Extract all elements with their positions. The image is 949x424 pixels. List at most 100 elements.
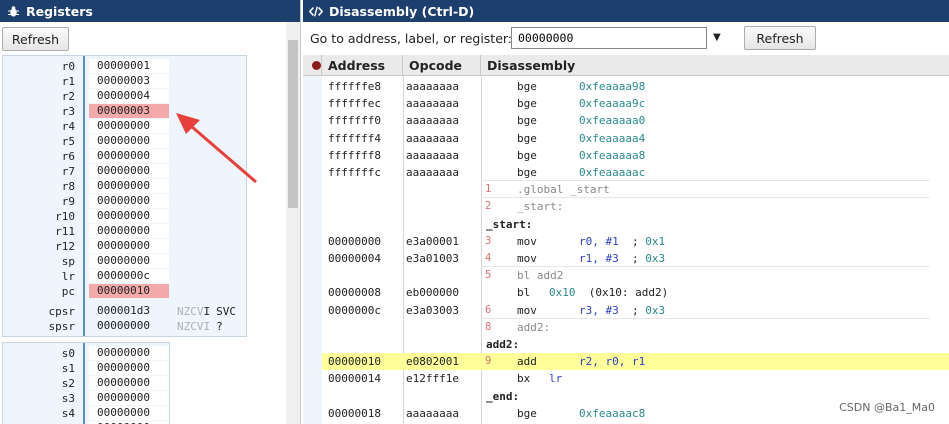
- instruction-row[interactable]: fffffff0 aaaaaaaa bge 0xfeaaaaa0: [322, 112, 949, 129]
- instruction-operand: 0x1: [645, 234, 666, 248]
- instruction-row[interactable]: ffffffe8 aaaaaaaa bge 0xfeaaaa98: [322, 78, 949, 95]
- flags-inactive: NZCV: [177, 305, 204, 318]
- source-line-number: 1: [485, 183, 492, 196]
- status-flags: NZCVI?: [177, 319, 223, 334]
- register-name: s3: [61, 392, 75, 405]
- instruction-operand: (0x10: add2): [575, 286, 669, 300]
- disassembly-panel: Disassembly (Ctrl-D) Go to address, labe…: [303, 0, 949, 424]
- disassembly-header: Address Opcode Disassembly: [303, 55, 949, 76]
- register-value[interactable]: 00000000: [89, 149, 169, 163]
- instruction-address: 00000008: [328, 286, 381, 300]
- register-value[interactable]: 00000000: [89, 224, 169, 238]
- instruction-operand: 0xfeaaaa9c: [579, 97, 646, 111]
- register-value[interactable]: 00000000: [89, 179, 169, 193]
- register-value[interactable]: 00000000: [89, 346, 169, 360]
- instruction-text: bx lr: [517, 370, 562, 387]
- register-row: sp 00000000: [3, 254, 246, 269]
- instruction-address: fffffff0: [328, 114, 381, 128]
- registers-scrollbar[interactable]: [286, 22, 300, 424]
- register-value[interactable]: 00000000: [89, 391, 169, 405]
- label-row[interactable]: add2:: [322, 336, 949, 353]
- source-line-text: _start:: [517, 200, 564, 214]
- instruction-row[interactable]: 0000000c e3a03003 6 mov r3, #3 ; 0x3: [322, 302, 949, 319]
- instruction-address: 00000018: [328, 406, 381, 420]
- instruction-text: add r2, r0, r1: [517, 353, 645, 370]
- status-flags: NZCVI SVC: [177, 304, 236, 319]
- instruction-text: bge 0xfeaaaa9c: [517, 95, 645, 112]
- register-value[interactable]: 00000000: [89, 376, 169, 390]
- instruction-row[interactable]: fffffffc aaaaaaaa bge 0xfeaaaaac: [322, 164, 949, 181]
- instruction-row[interactable]: 00000008 eb000000 bl 0x10 (0x10: add2): [322, 284, 949, 301]
- source-line-row[interactable]: 5 bl add2: [322, 267, 949, 284]
- instruction-text: bge 0xfeaaaaa4: [517, 130, 645, 147]
- register-value[interactable]: 00000003: [89, 74, 169, 88]
- register-value[interactable]: 00000000: [89, 209, 169, 223]
- register-value[interactable]: 00000010: [89, 284, 169, 298]
- register-name: r3: [61, 105, 75, 118]
- register-value[interactable]: 00000000: [89, 164, 169, 178]
- address-column-header[interactable]: Address: [322, 55, 403, 76]
- register-name: r5: [61, 135, 75, 148]
- instruction-operand: 0xfeaaaaa8: [579, 148, 646, 162]
- chevron-down-icon[interactable]: ▼: [713, 32, 721, 43]
- instruction-address: fffffff8: [328, 148, 381, 162]
- breakpoint-column-header: [303, 55, 322, 76]
- code-brackets-icon: [309, 4, 323, 18]
- registers-refresh-button[interactable]: Refresh: [2, 27, 69, 51]
- instruction-row[interactable]: 00000004 e3a01003 4 mov r1, #3 ; 0x3: [322, 250, 949, 267]
- breakpoint-gutter[interactable]: [303, 76, 322, 424]
- vfp-register-row: s0 00000000: [3, 346, 246, 361]
- register-name: s2: [61, 377, 75, 390]
- register-value[interactable]: 00000000: [89, 239, 169, 253]
- register-name: s0: [61, 347, 75, 360]
- register-value[interactable]: 00000001: [89, 59, 169, 73]
- register-value[interactable]: 00000000: [89, 361, 169, 375]
- instruction-operand: ;: [618, 303, 646, 317]
- instruction-text: bge 0xfeaaaaa8: [517, 147, 645, 164]
- instruction-row[interactable]: ffffffec aaaaaaaa bge 0xfeaaaa9c: [322, 95, 949, 112]
- instruction-row[interactable]: fffffff8 aaaaaaaa bge 0xfeaaaaa8: [322, 147, 949, 164]
- register-value[interactable]: 00000000: [89, 254, 169, 268]
- register-value[interactable]: 00000004: [89, 89, 169, 103]
- goto-input[interactable]: [511, 27, 707, 49]
- instruction-opcode: aaaaaaaa: [406, 148, 459, 162]
- flags-inactive: NZCVI: [177, 320, 211, 333]
- instruction-operand: #1: [605, 234, 619, 248]
- register-value[interactable]: 000001d3: [89, 304, 169, 318]
- register-name: r6: [61, 150, 75, 163]
- source-line-row[interactable]: 1 .global _start: [322, 181, 949, 198]
- instruction-mnemonic: bge: [517, 131, 537, 145]
- disassembly-refresh-button[interactable]: Refresh: [744, 26, 816, 50]
- disassembly-column-header[interactable]: Disassembly: [481, 55, 949, 76]
- register-name: sp: [61, 255, 75, 268]
- instruction-operand: 0x3: [645, 252, 666, 265]
- goto-label: Go to address, label, or register:: [310, 31, 513, 46]
- instruction-row[interactable]: fffffff4 aaaaaaaa bge 0xfeaaaaa4: [322, 130, 949, 147]
- register-name: s1: [61, 362, 75, 375]
- instruction-row[interactable]: 00000014 e12fff1e bx lr: [322, 370, 949, 387]
- status-register-row: cpsr 000001d3 NZCVI SVC: [3, 304, 246, 319]
- registers-scroll-thumb[interactable]: [288, 40, 298, 208]
- instruction-address: ffffffe8: [328, 80, 381, 93]
- register-value[interactable]: 00000000: [89, 406, 169, 420]
- register-row: r9 00000000: [3, 194, 246, 209]
- register-row: r2 00000004: [3, 89, 246, 104]
- disassembly-body: ffffffe8 aaaaaaaa bge 0xfeaaaa98 ffffffec aaa…: [303, 76, 949, 424]
- register-value[interactable]: 0000000c: [89, 269, 169, 283]
- register-value[interactable]: 00000000: [89, 319, 169, 333]
- label-row[interactable]: _start:: [322, 216, 949, 233]
- source-line-row[interactable]: 8 add2:: [322, 319, 949, 336]
- register-value[interactable]: 00000000: [89, 194, 169, 208]
- register-value[interactable]: 00000000: [89, 134, 169, 148]
- registers-title: Registers: [26, 3, 93, 19]
- register-value[interactable]: 00000000: [89, 119, 169, 133]
- source-line-row[interactable]: 2 _start:: [322, 198, 949, 215]
- vfp-register-row: s4 00000000: [3, 406, 246, 421]
- instruction-mnemonic: bge: [517, 406, 537, 420]
- instruction-row[interactable]: 00000010 e0802001 9 add r2, r0, r1: [322, 353, 949, 371]
- instruction-row[interactable]: 00000000 e3a00001 3 mov r0, #1 ; 0x1: [322, 233, 949, 250]
- instruction-mnemonic: bge: [517, 80, 537, 93]
- instruction-address: 00000010: [328, 355, 381, 369]
- opcode-column-header[interactable]: Opcode: [403, 55, 481, 76]
- register-value[interactable]: 00000003: [89, 104, 169, 118]
